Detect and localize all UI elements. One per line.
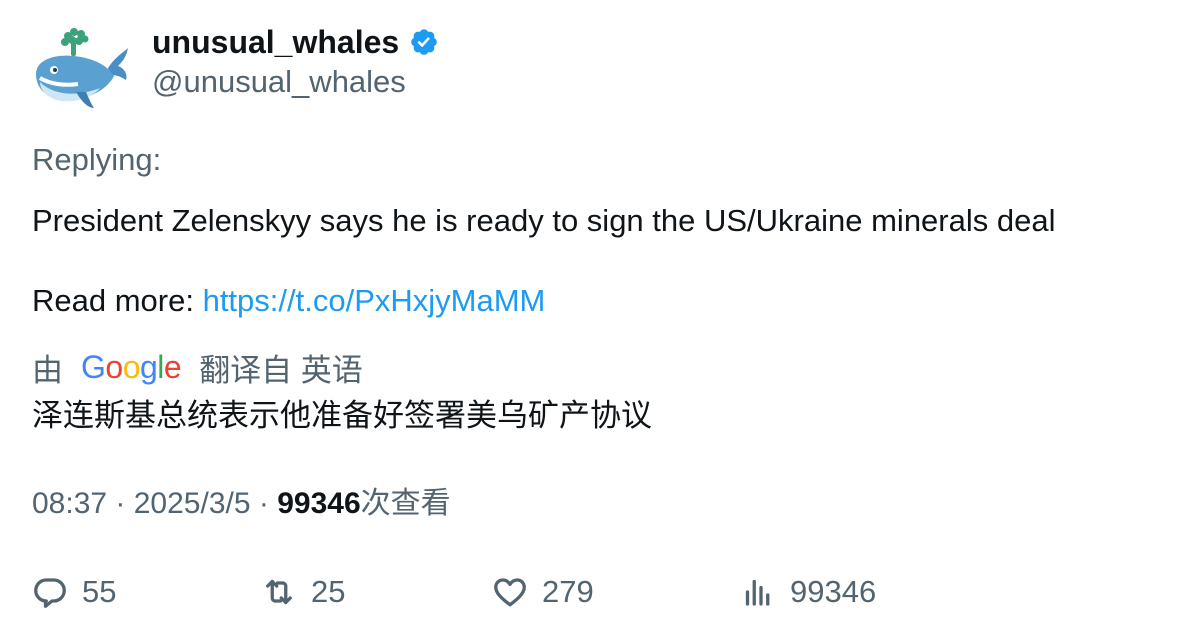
action-bar: 55 25 279 99346 — [0, 572, 1196, 612]
meta-separator: · — [250, 487, 278, 520]
author-name-row[interactable]: unusual_whales — [152, 22, 439, 62]
retweet-icon — [266, 579, 292, 605]
tweet-time[interactable]: 08:37 — [32, 487, 107, 520]
translation-suffix: 翻译自 英语 — [199, 352, 363, 388]
views-label: 次查看 — [360, 487, 451, 520]
read-more-label: Read more: — [32, 283, 203, 318]
translation-prefix: 由 — [32, 352, 63, 388]
translated-text: 泽连斯基总统表示他准备好签署美乌矿产协议 — [32, 398, 652, 433]
retweet-count: 25 — [311, 574, 346, 609]
views-button[interactable]: 99346 — [740, 572, 876, 612]
tweet-text: President Zelenskyy says he is ready to … — [32, 203, 1056, 238]
author-handle[interactable]: @unusual_whales — [152, 62, 406, 102]
avatar[interactable] — [28, 22, 132, 116]
reply-button[interactable]: 55 — [32, 572, 116, 612]
views-action-count: 99346 — [790, 574, 877, 609]
like-button[interactable]: 279 — [492, 572, 594, 612]
views-count: 99346 — [277, 487, 361, 520]
retweet-button[interactable]: 25 — [261, 572, 345, 612]
reply-count: 55 — [82, 574, 117, 609]
tweet-meta: 08:37 · 2025/3/5 · 99346次查看 — [32, 484, 451, 524]
heart-icon — [494, 578, 526, 607]
tweet-date[interactable]: 2025/3/5 — [134, 487, 251, 520]
tweet-link[interactable]: https://t.co/PxHxjyMaMM — [203, 283, 546, 318]
like-count: 279 — [542, 574, 594, 609]
read-more-line: Read more: https://t.co/PxHxjyMaMM — [32, 281, 545, 321]
reply-icon — [34, 578, 66, 608]
water-spout — [61, 28, 89, 56]
analytics-icon — [745, 579, 770, 606]
google-logo: Google — [81, 349, 182, 385]
translation-attribution[interactable]: 由 Google 翻译自 英语 — [32, 347, 363, 388]
meta-separator: · — [107, 487, 134, 520]
author-display-name[interactable]: unusual_whales — [152, 22, 399, 62]
verified-badge-icon — [411, 29, 437, 55]
replying-label: Replying: — [32, 142, 162, 177]
whale-avatar-icon — [36, 28, 128, 108]
